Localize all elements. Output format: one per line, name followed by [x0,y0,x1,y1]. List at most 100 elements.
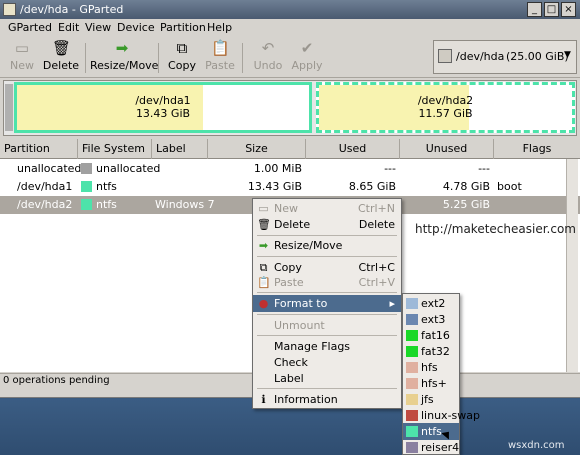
context-menu: ▭ New Ctrl+N 🗑 Delete Delete ➡ Resize/Mo… [252,198,402,409]
menu-bar: GParted Edit View Device Partition Help [0,19,580,37]
submenu-arrow-icon: ▸ [389,297,395,310]
delete-button[interactable]: 🗑 Delete [42,39,80,76]
menu-gparted[interactable]: GParted [8,21,52,34]
toolbar-separator [158,43,159,73]
menu-item-format-to[interactable]: ● Format to ▸ [253,295,401,312]
harddisk-icon [438,49,452,63]
menu-item-check[interactable]: Check [253,354,401,371]
header-flags[interactable]: Flags [494,139,580,159]
resize-arrow-icon: ➡ [258,239,269,252]
fs-color-swatch [406,346,418,357]
toolbar-separator [85,43,86,73]
fs-color-swatch [406,330,418,341]
undo-button[interactable]: ↶ Undo [252,39,284,76]
new-button[interactable]: ▭ New [6,39,38,76]
header-size[interactable]: Size [208,139,306,159]
format-option-linux-swap[interactable]: linux-swap [403,407,480,424]
menu-separator [257,235,397,236]
title-bar[interactable]: /dev/hda - GParted _ □ × [0,0,580,19]
watermark-url: http://maketecheasier.com [415,222,576,236]
resize-move-button[interactable]: ➡ Resize/Move [90,39,158,76]
table-row[interactable]: unallocated unallocated 1.00 MiB --- --- [0,160,580,178]
fs-color-swatch [406,378,418,389]
header-filesystem[interactable]: File System [78,139,152,159]
device-name: /dev/hda [456,50,505,63]
header-label[interactable]: Label [152,139,208,159]
resize-arrow-icon: ➡ [115,39,129,57]
toolbar-separator [242,43,243,73]
copy-icon: ⧉ [176,39,188,57]
paste-icon: 📋 [211,39,230,57]
fs-color-swatch [406,314,418,325]
header-used[interactable]: Used [306,139,400,159]
menu-item-new[interactable]: ▭ New Ctrl+N [253,200,401,217]
fs-color-swatch [406,410,418,421]
device-size: (25.00 GiB) [506,50,569,63]
fs-color-swatch [406,442,418,453]
menu-item-resize-move[interactable]: ➡ Resize/Move [253,237,401,254]
format-option-hfs[interactable]: hfs [403,359,459,376]
fs-color-swatch [406,394,418,405]
format-option-fat16[interactable]: fat16 [403,327,459,344]
menu-separator [257,388,397,389]
format-option-fat32[interactable]: fat32 [403,343,459,360]
format-option-reiser4[interactable]: reiser4 [403,439,459,455]
watermark: wsxdn.com [508,440,565,451]
menu-item-information[interactable]: ℹ Information [253,391,401,408]
menu-separator [257,314,397,315]
graph-unallocated[interactable] [5,84,13,131]
menu-device[interactable]: Device [117,21,155,34]
format-icon: ● [258,297,269,310]
table-row[interactable]: /dev/hda1 ntfs 13.43 GiB 8.65 GiB 4.78 G… [0,178,580,196]
format-option-ext2[interactable]: ext2 [403,295,459,312]
fs-color-swatch [406,362,418,373]
table-scrollbar[interactable] [566,159,578,372]
menu-view[interactable]: View [85,21,111,34]
window-title: /dev/hda - GParted [20,3,124,16]
menu-separator [257,256,397,257]
trash-icon: 🗑 [52,39,72,57]
dropdown-arrow-icon: ▼ [564,50,571,60]
app-icon [3,3,16,16]
apply-button[interactable]: ✔ Apply [290,39,324,76]
new-document-icon: ▭ [14,39,30,57]
menu-separator [257,335,397,336]
fs-color-swatch [406,426,418,437]
menu-partition[interactable]: Partition [160,21,206,34]
graph-partition-hda2[interactable]: /dev/hda2 11.57 GiB [316,82,575,133]
menu-help[interactable]: Help [207,21,232,34]
format-submenu: ext2 ext3 fat16 fat32 hfs hfs+ jfs linux… [402,293,480,455]
maximize-icon[interactable]: □ [544,2,559,17]
fs-color-swatch [81,163,92,174]
copy-button[interactable]: ⧉ Copy [166,39,198,76]
close-icon[interactable]: × [561,2,576,17]
graph-partition-hda1[interactable]: /dev/hda1 13.43 GiB [14,82,312,133]
menu-edit[interactable]: Edit [58,21,79,34]
menu-item-paste[interactable]: 📋 Paste Ctrl+V [253,274,401,291]
format-option-jfs[interactable]: jfs [403,391,459,408]
fs-color-swatch [406,298,418,309]
minimize-icon[interactable]: _ [527,2,542,17]
undo-icon: ↶ [261,39,275,57]
header-partition[interactable]: Partition [0,139,78,159]
status-text: 0 operations pending [3,375,110,386]
new-document-icon: ▭ [258,202,269,215]
table-header: Partition File System Label Size Used Un… [0,139,580,159]
trash-icon: 🗑 [257,218,271,231]
paste-button[interactable]: 📋 Paste [203,39,237,76]
format-option-hfsplus[interactable]: hfs+ [403,375,459,392]
paste-icon: 📋 [257,276,271,289]
copy-icon: ⧉ [259,261,268,274]
menu-item-label[interactable]: Label [253,370,401,387]
header-unused[interactable]: Unused [400,139,494,159]
menu-item-manage-flags[interactable]: Manage Flags [253,338,401,355]
menu-item-delete[interactable]: 🗑 Delete Delete [253,216,401,233]
fs-color-swatch [81,199,92,210]
format-option-ext3[interactable]: ext3 [403,311,459,328]
checkmark-icon: ✔ [300,39,314,57]
fs-color-swatch [81,181,92,192]
menu-separator [257,292,397,293]
device-selector[interactable]: /dev/hda (25.00 GiB) ▼ [433,40,577,74]
menu-item-unmount[interactable]: Unmount [253,317,401,334]
info-icon: ℹ [261,393,266,406]
